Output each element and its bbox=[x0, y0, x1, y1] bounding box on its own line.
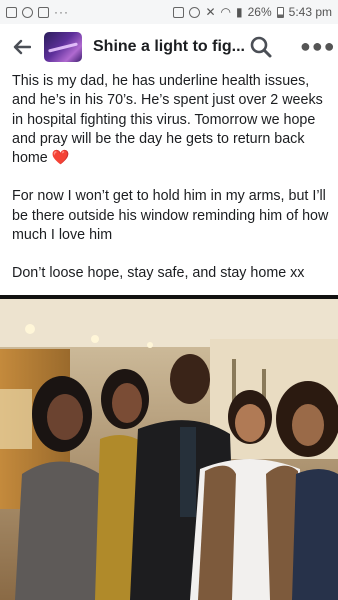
status-bar: ··· ✕ ◠ ▮ 26% 5:43 pm bbox=[0, 0, 338, 24]
mute-icon: ✕ bbox=[205, 5, 216, 19]
post-paragraph: This is my dad, he has underline health … bbox=[12, 72, 330, 168]
page-title[interactable]: Shine a light to fig... bbox=[93, 38, 249, 56]
post-paragraph: Don’t loose hope, stay safe, and stay ho… bbox=[12, 265, 305, 282]
app-header: Shine a light to fig... ●●● bbox=[0, 24, 338, 70]
signal-icon: ▮ bbox=[236, 5, 243, 19]
more-dots-icon: ●●● bbox=[300, 36, 336, 56]
status-left: ··· bbox=[6, 5, 69, 19]
arrow-left-icon bbox=[13, 39, 31, 55]
search-button[interactable] bbox=[248, 34, 274, 60]
alarm-icon bbox=[189, 6, 201, 18]
family-photo-image bbox=[0, 299, 338, 600]
message-notification-icon bbox=[22, 6, 33, 18]
heart-emoji: ❤️ bbox=[51, 150, 70, 167]
battery-percent: 26% bbox=[247, 5, 272, 19]
battery-icon bbox=[276, 6, 284, 18]
group-avatar[interactable] bbox=[44, 32, 82, 62]
shield-notification-icon bbox=[38, 6, 49, 18]
back-button[interactable] bbox=[0, 24, 44, 70]
more-notifications-icon: ··· bbox=[54, 5, 69, 19]
wifi-icon: ◠ bbox=[220, 5, 231, 19]
more-button[interactable]: ●●● bbox=[300, 37, 336, 55]
status-right: ✕ ◠ ▮ 26% 5:43 pm bbox=[173, 5, 332, 19]
post-body: This is my dad, he has underline health … bbox=[12, 72, 330, 303]
clock: 5:43 pm bbox=[288, 5, 332, 19]
search-icon bbox=[250, 36, 272, 58]
gallery-notification-icon bbox=[6, 6, 17, 18]
lock-icon bbox=[173, 6, 185, 18]
post-paragraph: For now I won’t get to hold him in my ar… bbox=[12, 188, 329, 244]
post-photo[interactable] bbox=[0, 299, 338, 600]
